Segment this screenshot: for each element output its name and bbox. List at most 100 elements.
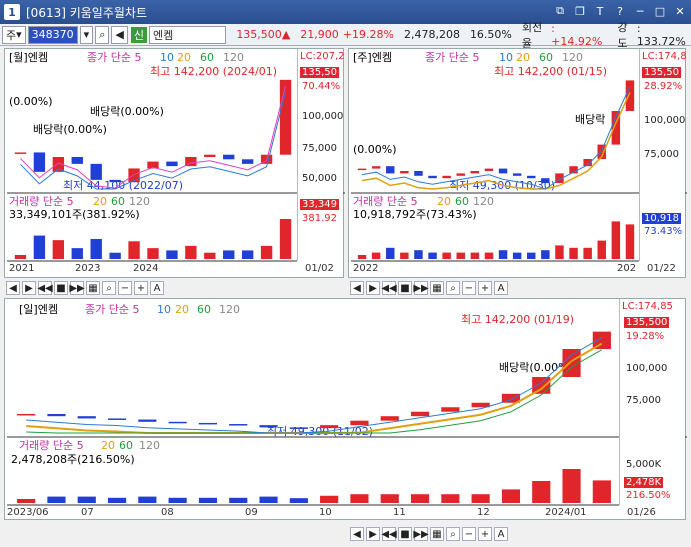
scroll-left-icon[interactable]: ◀ xyxy=(350,527,364,541)
stop-icon[interactable]: ■ xyxy=(398,527,412,541)
candle xyxy=(241,159,254,164)
candle xyxy=(223,154,235,160)
text-icon[interactable]: T xyxy=(593,4,607,18)
monthly-header: [월]엔켐 xyxy=(9,51,48,64)
zoom-icon[interactable]: ⌕ xyxy=(102,281,116,295)
volume-bar xyxy=(107,497,127,503)
daily-controls: ◀ ▶ ◀◀ ■ ▶▶ ▦ ⌕ − + A xyxy=(350,526,508,542)
font-a-icon[interactable]: A xyxy=(494,527,508,541)
monthly-ma20: 20 xyxy=(177,51,191,64)
candle xyxy=(380,416,399,421)
code-dropdown[interactable]: ▾ xyxy=(79,25,94,44)
grid-icon[interactable]: ▦ xyxy=(430,281,444,295)
volume-bar xyxy=(611,221,621,259)
zoom-icon[interactable]: ⌕ xyxy=(446,527,460,541)
weekly-left-pct: (0.00%) xyxy=(353,143,397,156)
minus-icon[interactable]: − xyxy=(118,281,132,295)
volume-bar xyxy=(456,252,465,259)
grid-icon[interactable]: ▦ xyxy=(86,281,100,295)
weekly-x-label-2: 202 xyxy=(617,263,637,274)
font-a-icon[interactable]: A xyxy=(150,281,164,295)
daily-x-label-2: 07 xyxy=(81,507,94,518)
rewind-icon[interactable]: ◀◀ xyxy=(381,527,397,541)
volume-bar xyxy=(185,245,197,259)
scroll-left-icon[interactable]: ◀ xyxy=(350,281,364,295)
candle xyxy=(198,422,218,425)
play-icon[interactable]: ▶ xyxy=(366,527,380,541)
daily-vol-ma60: 60 xyxy=(119,439,133,452)
daily-chart-svg[interactable]: [일]엔켐 종가 단순 5 10 20 60 120 최고 142,200 (0… xyxy=(5,299,687,521)
zoom-icon[interactable]: ⌕ xyxy=(446,281,460,295)
volume-bar xyxy=(259,496,278,503)
candle xyxy=(350,420,369,426)
volume-bar xyxy=(592,480,611,503)
candle xyxy=(90,163,102,180)
candle xyxy=(259,425,278,428)
daily-price-tag: 135,500 xyxy=(624,317,670,328)
plus-icon[interactable]: + xyxy=(134,281,148,295)
link-icon[interactable]: ⧉ xyxy=(553,4,567,18)
volume-bar xyxy=(289,498,308,503)
monthly-x-label-2: 2023 xyxy=(75,263,101,274)
change-pct: +19.28% xyxy=(342,28,394,41)
code-input[interactable]: 348370 xyxy=(27,25,78,44)
daily-vol-header: 거래량 단순 5 xyxy=(19,439,84,452)
candle xyxy=(166,161,178,167)
volume-bar xyxy=(442,252,451,259)
price: 135,500 xyxy=(236,28,282,41)
candle xyxy=(320,425,339,429)
weekly-x-end: 01/22 xyxy=(647,263,676,274)
scroll-left-icon[interactable]: ◀ xyxy=(6,281,20,295)
help-icon[interactable]: ? xyxy=(613,4,627,18)
minus-icon[interactable]: − xyxy=(462,527,476,541)
change: 21,900 xyxy=(300,28,339,41)
volume-bar xyxy=(541,250,550,259)
chevron-down-icon: ▾ xyxy=(83,28,90,41)
rewind-icon[interactable]: ◀◀ xyxy=(381,281,397,295)
daily-vol-tag: 2,478K xyxy=(624,477,664,488)
play-icon[interactable]: ▶ xyxy=(22,281,36,295)
volume-bar xyxy=(90,239,102,259)
forward-icon[interactable]: ▶▶ xyxy=(413,527,429,541)
candle xyxy=(441,407,460,412)
weekly-chart-svg[interactable]: [주]엔켐 종가 단순 5 10 20 60 120 최고 142,200 (0… xyxy=(349,49,687,279)
strength: : 133.72% xyxy=(636,21,686,48)
forward-icon[interactable]: ▶▶ xyxy=(69,281,85,295)
search-button[interactable]: ⌕ xyxy=(95,25,110,44)
weekly-ma60: 60 xyxy=(539,51,553,64)
stop-icon[interactable]: ■ xyxy=(54,281,68,295)
monthly-chart-panel: [월]엔켐 종가 단순 5 10 20 60 120 (0.00%) 최고 14… xyxy=(4,48,345,279)
monthly-volume-bars xyxy=(14,219,292,259)
daily-x-label-7: 12 xyxy=(477,507,490,518)
volume-bar xyxy=(498,250,508,259)
daily-ma10: 10 xyxy=(157,303,171,316)
play-icon[interactable]: ▶ xyxy=(366,281,380,295)
volume-bar xyxy=(168,497,187,503)
forward-icon[interactable]: ▶▶ xyxy=(413,281,429,295)
stop-icon[interactable]: ■ xyxy=(398,281,412,295)
close-icon[interactable]: ✕ xyxy=(673,4,687,18)
monthly-x-label-1: 2021 xyxy=(9,263,35,274)
weekly-ma120: 120 xyxy=(562,51,583,64)
speaker-button[interactable]: ◀ xyxy=(111,25,128,44)
volume-bar xyxy=(501,489,521,503)
candle xyxy=(484,168,494,171)
stock-name-field[interactable]: 엔켐 xyxy=(148,25,227,44)
market-select[interactable]: 주 ▾ xyxy=(2,25,26,44)
daily-x-label-4: 09 xyxy=(245,507,258,518)
grid-icon[interactable]: ▦ xyxy=(430,527,444,541)
volume-bar xyxy=(532,481,551,503)
candle xyxy=(138,419,157,422)
plus-icon[interactable]: + xyxy=(478,527,492,541)
monthly-ma60: 60 xyxy=(200,51,214,64)
daily-x-label-5: 10 xyxy=(319,507,332,518)
weekly-vol-ma60: 60 xyxy=(455,195,469,208)
maximize-icon[interactable]: □ xyxy=(653,4,667,18)
minimize-icon[interactable]: ─ xyxy=(633,4,647,18)
plus-icon[interactable]: + xyxy=(478,281,492,295)
rewind-icon[interactable]: ◀◀ xyxy=(37,281,53,295)
font-a-icon[interactable]: A xyxy=(494,281,508,295)
copy-icon[interactable]: ❐ xyxy=(573,4,587,18)
minus-icon[interactable]: − xyxy=(462,281,476,295)
monthly-chart-svg[interactable]: [월]엔켐 종가 단순 5 10 20 60 120 (0.00%) 최고 14… xyxy=(5,49,345,279)
